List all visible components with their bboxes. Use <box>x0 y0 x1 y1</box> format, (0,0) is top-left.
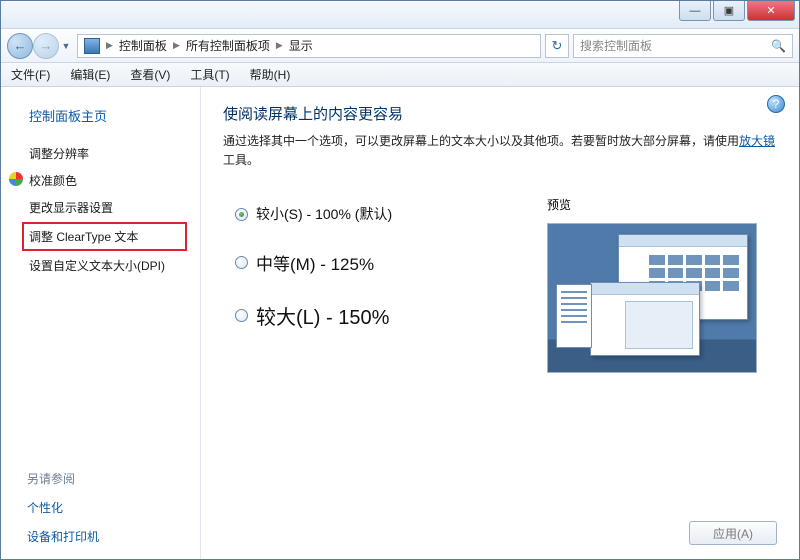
apply-button[interactable]: 应用(A) <box>689 521 777 545</box>
option-large[interactable]: 较大(L) - 150% <box>235 301 519 330</box>
search-placeholder: 搜索控制面板 <box>580 37 652 54</box>
menu-file[interactable]: 文件(F) <box>7 64 54 85</box>
search-icon: 🔍 <box>771 39 786 53</box>
forward-button[interactable]: → <box>33 33 59 59</box>
menu-edit[interactable]: 编辑(E) <box>66 64 114 85</box>
sidebar: 控制面板主页 调整分辨率 校准颜色 更改显示器设置 调整 ClearType 文… <box>1 87 201 559</box>
sidebar-home[interactable]: 控制面板主页 <box>1 101 200 130</box>
control-panel-window: — ▣ ✕ ← → ▼ ▶ 控制面板 ▶ 所有控制面板项 ▶ 显示 ↻ 搜索控制… <box>0 0 800 560</box>
address-bar[interactable]: ▶ 控制面板 ▶ 所有控制面板项 ▶ 显示 <box>77 34 541 58</box>
sidebar-devices[interactable]: 设备和打印机 <box>1 522 200 551</box>
titlebar: — ▣ ✕ <box>1 1 799 29</box>
sidebar-item-dpi[interactable]: 设置自定义文本大小(DPI) <box>1 252 200 279</box>
search-input[interactable]: 搜索控制面板 🔍 <box>573 34 793 58</box>
footer: 应用(A) <box>223 511 777 545</box>
size-options: 较小(S) - 100% (默认) 中等(M) - 125% 较大(L) - 1… <box>223 190 519 373</box>
preview-label: 预览 <box>547 196 777 213</box>
option-medium[interactable]: 中等(M) - 125% <box>235 250 519 275</box>
option-label: 较小(S) - 100% (默认) <box>256 204 392 224</box>
close-button[interactable]: ✕ <box>747 1 795 21</box>
radio-icon <box>235 256 248 269</box>
refresh-button[interactable]: ↻ <box>545 34 569 58</box>
sidebar-item-cleartype[interactable]: 调整 ClearType 文本 <box>23 223 186 250</box>
chevron-right-icon: ▶ <box>274 40 285 51</box>
main-pane: ? 使阅读屏幕上的内容更容易 通过选择其中一个选项，可以更改屏幕上的文本大小以及… <box>201 87 799 559</box>
chevron-right-icon: ▶ <box>171 40 182 51</box>
nav-history-dropdown[interactable]: ▼ <box>59 36 73 56</box>
options-row: 较小(S) - 100% (默认) 中等(M) - 125% 较大(L) - 1… <box>223 190 777 373</box>
breadcrumb[interactable]: 控制面板 <box>115 37 171 54</box>
sidebar-item-calibrate[interactable]: 校准颜色 <box>1 167 200 194</box>
sidebar-item-resolution[interactable]: 调整分辨率 <box>1 140 200 167</box>
menu-view[interactable]: 查看(V) <box>126 64 174 85</box>
back-button[interactable]: ← <box>7 33 33 59</box>
radio-icon <box>235 309 248 322</box>
body: 控制面板主页 调整分辨率 校准颜色 更改显示器设置 调整 ClearType 文… <box>1 87 799 559</box>
breadcrumb[interactable]: 所有控制面板项 <box>182 37 274 54</box>
preview-column: 预览 <box>547 190 777 373</box>
sidebar-item-display-settings[interactable]: 更改显示器设置 <box>1 194 200 221</box>
option-label: 较大(L) - 150% <box>256 301 389 330</box>
menu-tools[interactable]: 工具(T) <box>186 64 233 85</box>
desc-text: 工具。 <box>223 153 259 167</box>
menu-help[interactable]: 帮助(H) <box>246 64 295 85</box>
page-description: 通过选择其中一个选项，可以更改屏幕上的文本大小以及其他项。若要暂时放大部分屏幕，… <box>223 132 777 170</box>
menubar: 文件(F) 编辑(E) 查看(V) 工具(T) 帮助(H) <box>1 63 799 87</box>
magnifier-link[interactable]: 放大镜 <box>739 134 775 148</box>
option-small[interactable]: 较小(S) - 100% (默认) <box>235 204 519 224</box>
desc-text: 通过选择其中一个选项，可以更改屏幕上的文本大小以及其他项。若要暂时放大部分屏幕，… <box>223 134 739 148</box>
nav-arrows: ← → ▼ <box>7 33 73 59</box>
navbar: ← → ▼ ▶ 控制面板 ▶ 所有控制面板项 ▶ 显示 ↻ 搜索控制面板 🔍 <box>1 29 799 63</box>
sidebar-personalization[interactable]: 个性化 <box>1 493 200 522</box>
breadcrumb[interactable]: 显示 <box>285 37 317 54</box>
chevron-right-icon: ▶ <box>104 40 115 51</box>
radio-icon <box>235 208 248 221</box>
maximize-button[interactable]: ▣ <box>713 1 745 21</box>
help-icon[interactable]: ? <box>767 95 785 113</box>
control-panel-icon <box>84 38 100 54</box>
sidebar-see-also: 另请参阅 <box>1 464 200 493</box>
option-label: 中等(M) - 125% <box>256 250 374 275</box>
minimize-button[interactable]: — <box>679 1 711 21</box>
page-title: 使阅读屏幕上的内容更容易 <box>223 103 777 124</box>
preview-image <box>547 223 757 373</box>
